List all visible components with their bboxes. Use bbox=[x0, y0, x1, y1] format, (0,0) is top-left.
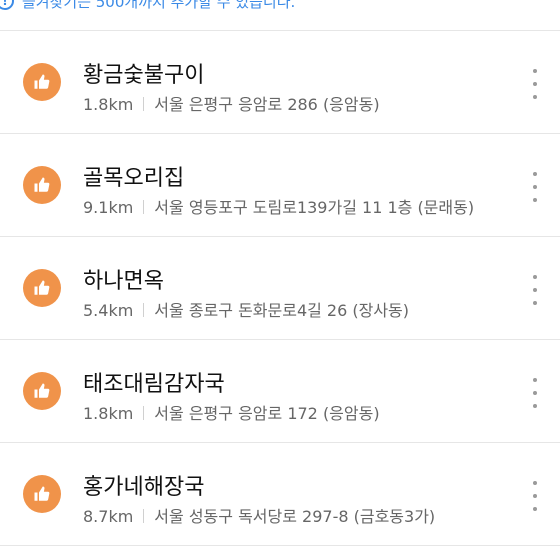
place-name: 홍가네해장국 bbox=[83, 475, 205, 500]
place-address: 서울 은평구 응암로 286 (응암동) bbox=[154, 95, 380, 114]
place-meta: 8.7km 서울 성동구 독서당로 297-8 (금호동3가) bbox=[83, 503, 513, 527]
thumbs-up-icon bbox=[23, 166, 61, 204]
divider bbox=[143, 406, 145, 420]
place-address: 서울 영등포구 도림로139가길 11 1층 (문래동) bbox=[154, 198, 475, 217]
favorite-places-list: 황금숯불구이 1.8km 서울 은평구 응암로 286 (응암동) 골목오리집 9… bbox=[0, 31, 560, 546]
place-name: 태조대림감자국 bbox=[83, 372, 225, 397]
divider bbox=[143, 97, 145, 111]
notice-text: 즐겨찾기는 500개까지 추가할 수 있습니다. bbox=[22, 0, 296, 11]
list-item[interactable]: 태조대림감자국 1.8km 서울 은평구 응암로 172 (응암동) bbox=[0, 340, 560, 443]
more-options-icon[interactable] bbox=[528, 481, 542, 511]
place-name: 황금숯불구이 bbox=[83, 63, 205, 88]
notice-bar: ! 즐겨찾기는 500개까지 추가할 수 있습니다. bbox=[0, 0, 560, 31]
list-item[interactable]: 홍가네해장국 8.7km 서울 성동구 독서당로 297-8 (금호동3가) bbox=[0, 443, 560, 546]
place-meta: 9.1km 서울 영등포구 도림로139가길 11 1층 (문래동) bbox=[83, 194, 513, 218]
place-distance: 5.4km bbox=[83, 301, 134, 320]
divider bbox=[143, 200, 145, 214]
list-item[interactable]: 골목오리집 9.1km 서울 영등포구 도림로139가길 11 1층 (문래동) bbox=[0, 134, 560, 237]
more-options-icon[interactable] bbox=[528, 69, 542, 99]
thumbs-up-icon bbox=[23, 372, 61, 410]
info-icon: ! bbox=[0, 0, 14, 10]
place-distance: 1.8km bbox=[83, 404, 134, 423]
list-item[interactable]: 하나면옥 5.4km 서울 종로구 돈화문로4길 26 (장사동) bbox=[0, 237, 560, 340]
place-meta: 5.4km 서울 종로구 돈화문로4길 26 (장사동) bbox=[83, 297, 513, 321]
more-options-icon[interactable] bbox=[528, 275, 542, 305]
thumbs-up-icon bbox=[23, 475, 61, 513]
divider bbox=[143, 303, 145, 317]
place-meta: 1.8km 서울 은평구 응암로 172 (응암동) bbox=[83, 400, 513, 424]
place-distance: 8.7km bbox=[83, 507, 134, 526]
thumbs-up-icon bbox=[23, 269, 61, 307]
thumbs-up-icon bbox=[23, 63, 61, 101]
place-distance: 9.1km bbox=[83, 198, 134, 217]
more-options-icon[interactable] bbox=[528, 378, 542, 408]
place-meta: 1.8km 서울 은평구 응암로 286 (응암동) bbox=[83, 91, 513, 115]
place-address: 서울 은평구 응암로 172 (응암동) bbox=[154, 404, 380, 423]
list-item[interactable]: 황금숯불구이 1.8km 서울 은평구 응암로 286 (응암동) bbox=[0, 31, 560, 134]
place-name: 하나면옥 bbox=[83, 269, 164, 294]
place-address: 서울 종로구 돈화문로4길 26 (장사동) bbox=[154, 301, 410, 320]
place-distance: 1.8km bbox=[83, 95, 134, 114]
place-address: 서울 성동구 독서당로 297-8 (금호동3가) bbox=[154, 507, 436, 526]
place-name: 골목오리집 bbox=[83, 166, 185, 191]
divider bbox=[143, 509, 145, 523]
more-options-icon[interactable] bbox=[528, 172, 542, 202]
